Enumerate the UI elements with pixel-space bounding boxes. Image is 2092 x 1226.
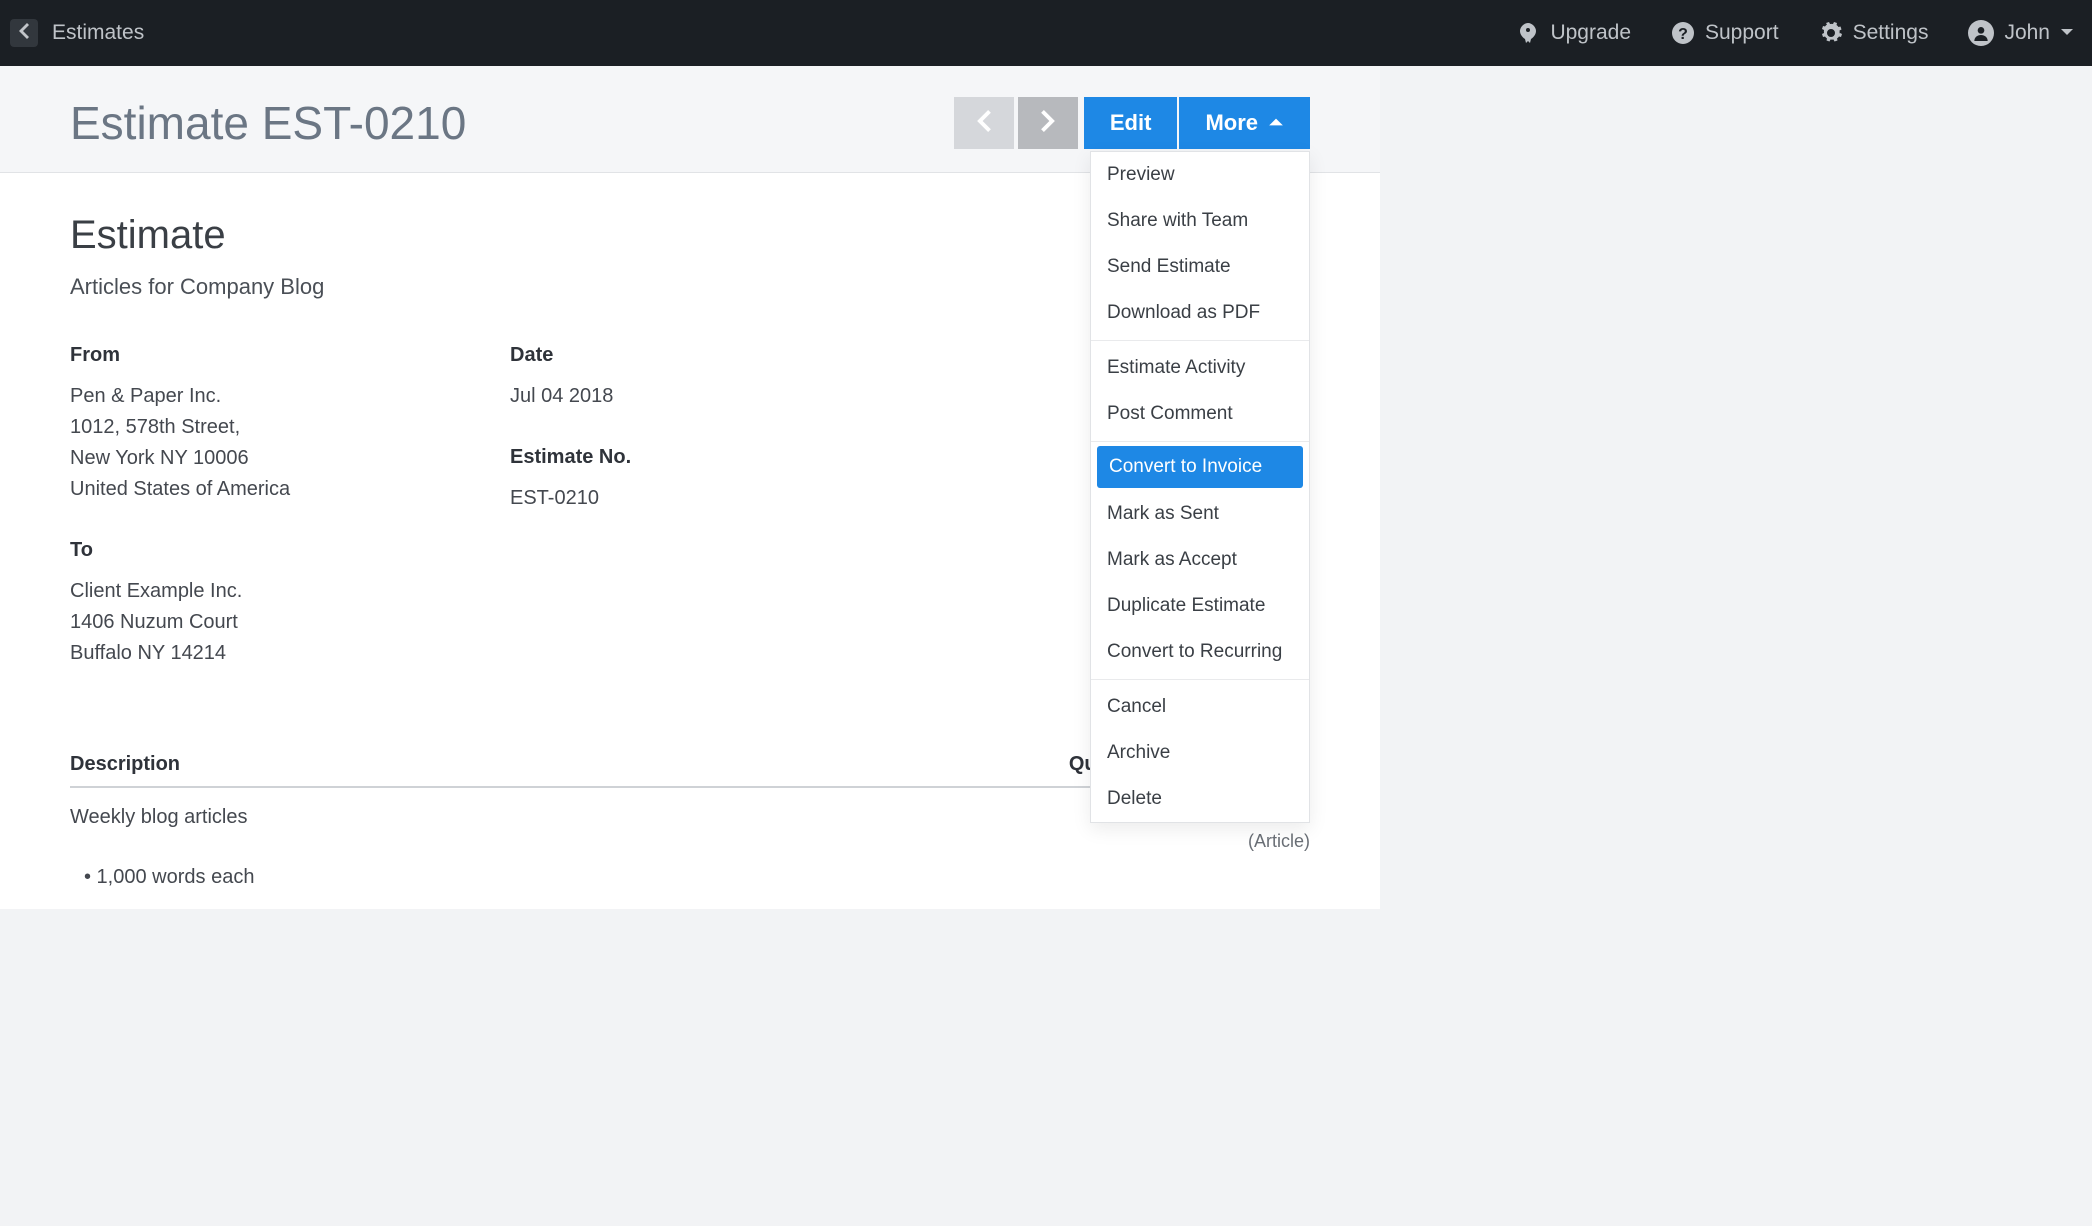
to-line: Client Example Inc. <box>70 576 430 607</box>
from-line: New York NY 10006 <box>70 443 430 474</box>
from-label: From <box>70 344 430 367</box>
dd-preview[interactable]: Preview <box>1091 152 1309 198</box>
cell-unit: (Article) <box>1150 831 1310 852</box>
chevron-up-icon <box>1268 110 1284 136</box>
settings-label: Settings <box>1853 21 1929 45</box>
to-line: 1406 Nuzum Court <box>70 607 430 638</box>
dd-comment[interactable]: Post Comment <box>1091 391 1309 437</box>
upgrade-label: Upgrade <box>1550 21 1631 45</box>
date-label: Date <box>510 344 870 367</box>
breadcrumb[interactable]: Estimates <box>52 21 144 45</box>
dd-activity[interactable]: Estimate Activity <box>1091 345 1309 391</box>
dd-mark-accept[interactable]: Mark as Accept <box>1091 537 1309 583</box>
date-value: Jul 04 2018 <box>510 381 870 412</box>
dd-separator <box>1091 679 1309 680</box>
dd-convert-recurring[interactable]: Convert to Recurring <box>1091 629 1309 675</box>
to-line: Buffalo NY 14214 <box>70 638 430 669</box>
svg-text:?: ? <box>1678 26 1688 43</box>
dd-cancel[interactable]: Cancel <box>1091 684 1309 730</box>
dd-separator <box>1091 340 1309 341</box>
from-line: 1012, 578th Street, <box>70 412 430 443</box>
more-dropdown: Preview Share with Team Send Estimate Do… <box>1090 151 1310 823</box>
chevron-right-icon <box>1041 110 1055 137</box>
topbar: Estimates Upgrade ? Support Settings Joh… <box>0 0 2092 66</box>
dd-duplicate[interactable]: Duplicate Estimate <box>1091 583 1309 629</box>
chevron-down-icon <box>2060 21 2074 45</box>
settings-link[interactable]: Settings <box>1819 21 1929 45</box>
next-button[interactable] <box>1018 97 1078 149</box>
chevron-left-icon <box>977 110 991 137</box>
user-name: John <box>2004 21 2050 45</box>
prev-button[interactable] <box>954 97 1014 149</box>
estimate-no-label: Estimate No. <box>510 446 870 469</box>
back-button[interactable] <box>10 19 38 47</box>
dd-send[interactable]: Send Estimate <box>1091 244 1309 290</box>
edit-label: Edit <box>1110 110 1152 136</box>
page-title: Estimate EST-0210 <box>70 96 466 150</box>
support-label: Support <box>1705 21 1779 45</box>
dd-share[interactable]: Share with Team <box>1091 198 1309 244</box>
pager <box>954 97 1078 149</box>
from-line: United States of America <box>70 474 430 505</box>
dd-archive[interactable]: Archive <box>1091 730 1309 776</box>
upgrade-link[interactable]: Upgrade <box>1516 21 1631 45</box>
edit-button[interactable]: Edit <box>1084 97 1178 149</box>
page-header: Estimate EST-0210 Edit More Preview Shar… <box>0 66 1380 173</box>
avatar-icon <box>1968 20 1994 46</box>
gear-icon <box>1819 21 1843 45</box>
estimate-no-value: EST-0210 <box>510 483 870 514</box>
to-label: To <box>70 539 430 562</box>
chevron-left-icon <box>19 23 29 44</box>
question-circle-icon: ? <box>1671 21 1695 45</box>
col-description: Description <box>70 753 990 776</box>
more-button[interactable]: More <box>1179 97 1310 149</box>
from-line: Pen & Paper Inc. <box>70 381 430 412</box>
more-label: More <box>1205 110 1258 136</box>
dd-pdf[interactable]: Download as PDF <box>1091 290 1309 336</box>
dd-separator <box>1091 441 1309 442</box>
cell-description: Weekly blog articles <box>70 806 990 829</box>
support-link[interactable]: ? Support <box>1671 21 1779 45</box>
dd-delete[interactable]: Delete <box>1091 776 1309 822</box>
dd-mark-sent[interactable]: Mark as Sent <box>1091 491 1309 537</box>
user-menu[interactable]: John <box>1968 20 2074 46</box>
rocket-icon <box>1516 21 1540 45</box>
dd-convert-invoice[interactable]: Convert to Invoice <box>1097 446 1303 488</box>
line-item-detail: • 1,000 words each <box>70 866 1310 889</box>
